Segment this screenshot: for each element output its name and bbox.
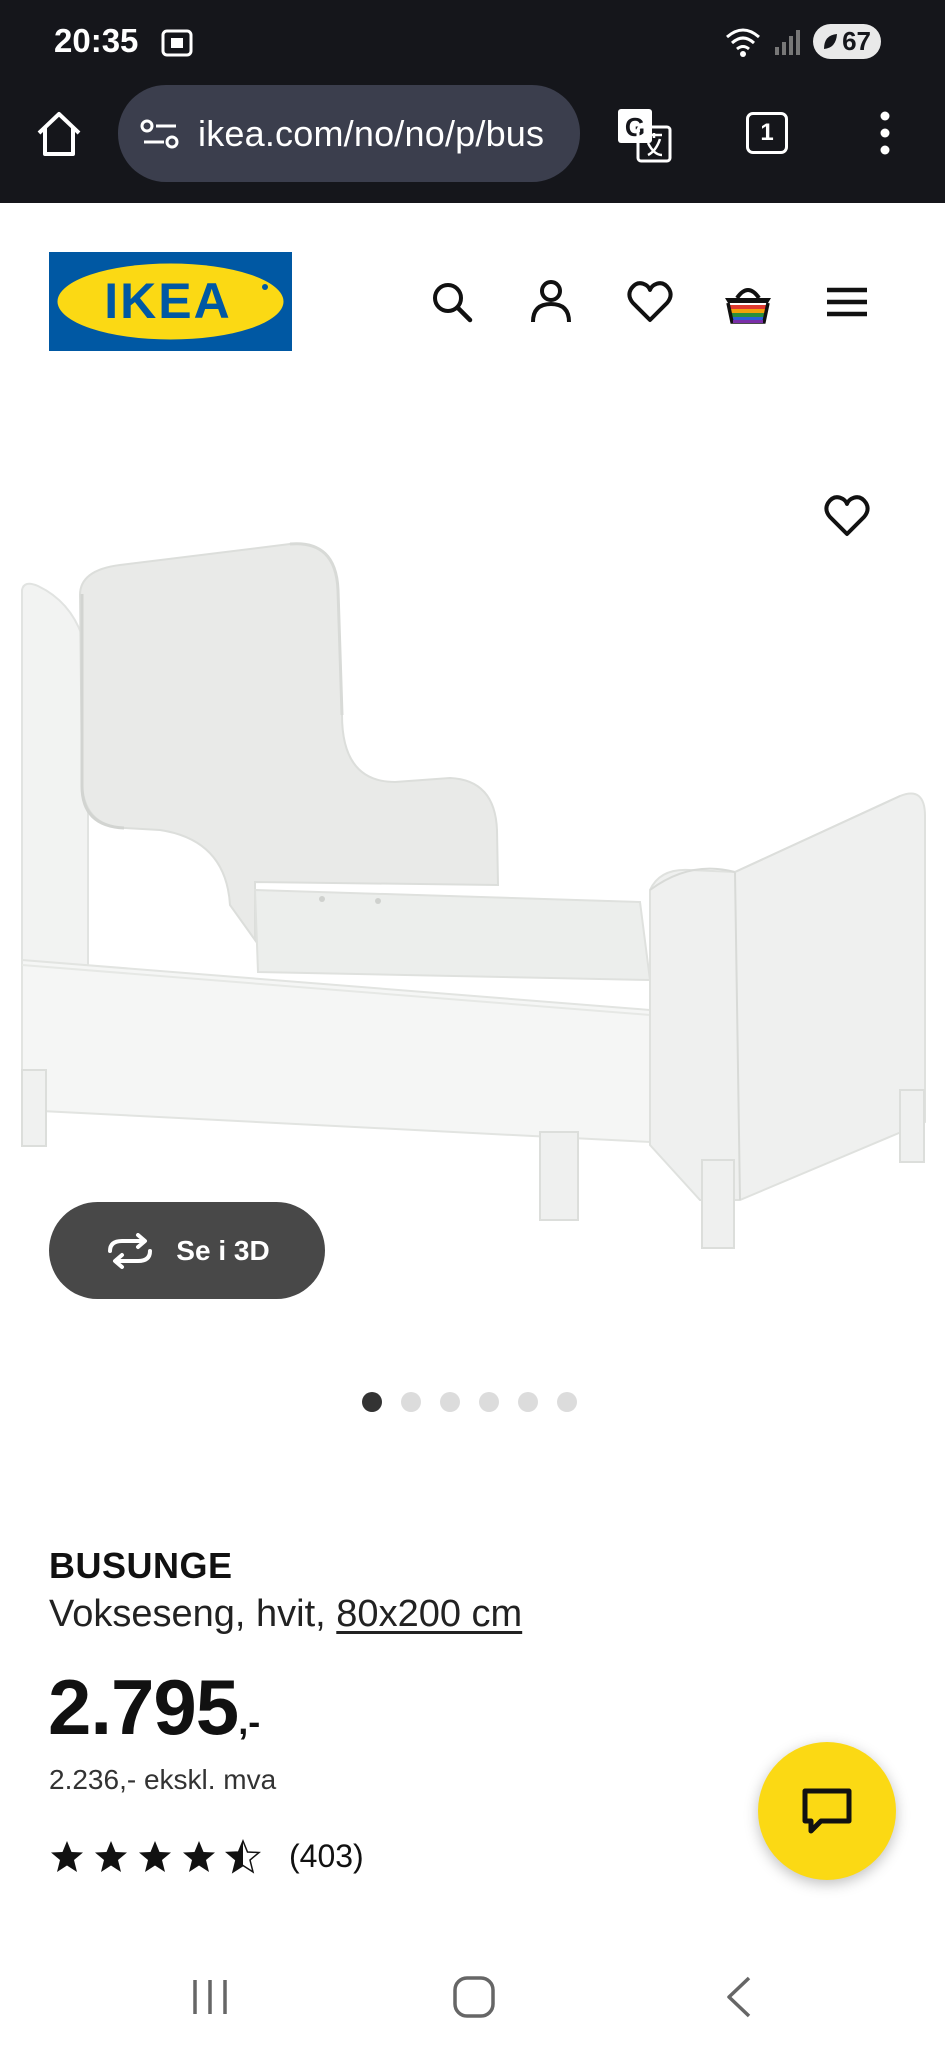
carousel-dot[interactable] [362,1392,382,1412]
translate-icon[interactable]: G [614,105,674,165]
carousel-dot[interactable] [518,1392,538,1412]
basket-icon[interactable] [722,276,774,328]
status-time: 20:35 [54,22,139,59]
wifi-icon [726,28,761,57]
chat-button[interactable] [758,1742,896,1880]
product-name: BUSUNGE [49,1545,233,1586]
heart-icon[interactable] [624,276,676,328]
view-in-3d-label: Se i 3D [176,1234,270,1266]
product-size-link[interactable]: 80x200 cm [336,1593,522,1635]
screenshot-icon [161,29,193,57]
battery-indicator: 67 [813,24,881,59]
tab-count: 1 [760,119,774,146]
system-navigation-bar [0,1940,945,2048]
star-icon [139,1840,171,1872]
site-settings-icon[interactable] [140,116,180,152]
carousel-dot[interactable] [440,1392,460,1412]
product-description: Vokseseng, hvit, 80x200 cm [49,1593,522,1636]
carousel-dot[interactable] [401,1392,421,1412]
signal-icon [775,29,801,55]
url-bar[interactable]: ikea.com/no/no/p/bus [118,85,580,182]
back-icon[interactable] [715,1972,765,2022]
home-icon[interactable] [33,108,85,160]
add-to-favourites-icon[interactable] [821,490,873,542]
browser-chrome: 20:35 67 ikea.com/no/no/p/bus G 1 [0,0,945,203]
view-in-3d-button[interactable]: Se i 3D [49,1202,325,1299]
carousel-dot[interactable] [479,1392,499,1412]
half-star-icon [225,1838,261,1874]
star-icon [51,1840,83,1872]
tab-switcher-button[interactable]: 1 [746,112,788,154]
chat-icon [802,1788,852,1834]
carousel-dot[interactable] [557,1392,577,1412]
account-icon[interactable] [525,276,577,328]
product-image[interactable] [0,510,945,1250]
menu-icon[interactable] [821,276,873,328]
review-count: (403) [289,1838,364,1874]
price-excl-vat: 2.236,- ekskl. mva [49,1764,277,1795]
home-nav-icon[interactable] [449,1972,499,2022]
battery-level: 67 [842,26,871,56]
star-icon [95,1840,127,1872]
svg-text:IKEA: IKEA [104,273,231,329]
search-icon[interactable] [426,276,478,328]
image-carousel-dots [362,1392,577,1412]
product-price: 2.795,- [48,1662,260,1753]
more-options-icon[interactable] [872,108,898,158]
product-rating[interactable]: (403) [49,1838,364,1875]
price-suffix: ,- [238,1701,261,1742]
star-icon [183,1840,215,1872]
ikea-logo[interactable]: IKEA [49,252,292,351]
product-type: Vokseseng, hvit, [49,1593,326,1635]
status-icons: 67 [723,24,881,59]
rotate-3d-icon [108,1232,153,1269]
price-integer: 2.795 [48,1663,239,1751]
url-text: ikea.com/no/no/p/bus [198,112,545,154]
battery-saver-icon [824,33,838,49]
recent-apps-icon[interactable] [185,1972,235,2022]
